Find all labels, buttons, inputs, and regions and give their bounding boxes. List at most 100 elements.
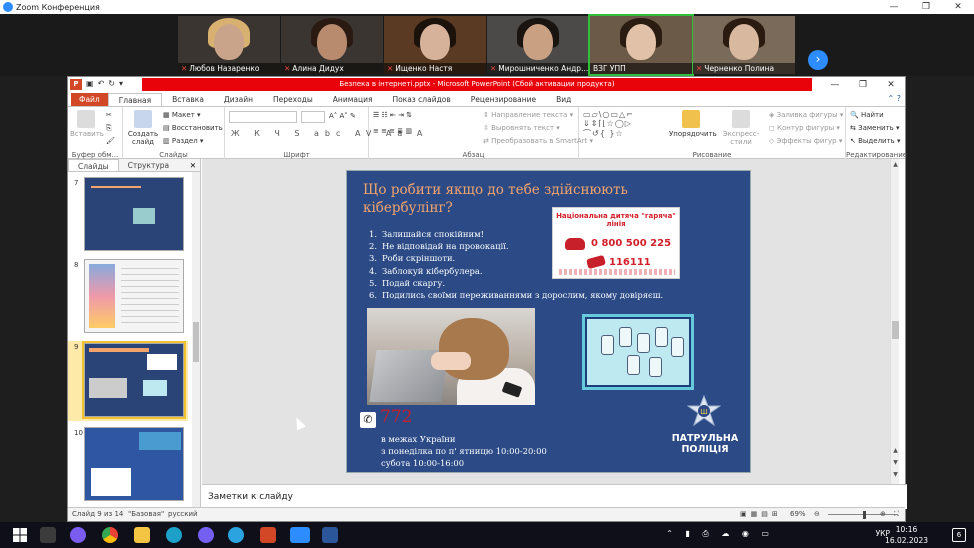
slide-thumbnail[interactable]: 8 xyxy=(68,259,188,335)
layout-button[interactable]: ▦ Макет ▾ xyxy=(163,111,201,119)
app-icon[interactable] xyxy=(40,527,56,543)
help-icon[interactable]: ? xyxy=(897,94,901,103)
tab-transitions[interactable]: Переходы xyxy=(263,93,323,106)
collapse-ribbon-icon[interactable]: ⌃ xyxy=(888,94,895,103)
customize-qat-icon[interactable]: ▾ xyxy=(119,79,123,90)
save-icon[interactable]: ▣ xyxy=(86,79,94,90)
hotline-landline-number: 0 800 500 225 xyxy=(591,238,672,249)
shapes-gallery[interactable]: ▭▱\○▭△⌐ ⇓⇕⌈⌊☆◯▷ ⌒↺{ }☆ xyxy=(583,110,634,139)
word-taskbar-icon[interactable] xyxy=(322,527,338,543)
windows-start-icon[interactable] xyxy=(12,527,28,543)
zoom-slider-thumb[interactable] xyxy=(863,511,866,519)
file-explorer-icon[interactable] xyxy=(134,527,150,543)
messenger-icon[interactable] xyxy=(70,527,86,543)
chrome-icon[interactable] xyxy=(102,527,118,543)
chevron-right-icon[interactable]: › xyxy=(808,50,828,70)
quick-styles-button[interactable]: Экспресс-стили xyxy=(715,110,767,146)
paste-button[interactable]: Вставить xyxy=(70,110,104,138)
new-slide-button[interactable]: Создать слайд xyxy=(127,110,159,146)
align-text-button[interactable]: ⇳ Выровнять текст ▾ xyxy=(483,124,560,132)
ppt-minimize-button[interactable]: — xyxy=(821,77,849,92)
slide-thumbnail[interactable]: 10 xyxy=(68,427,188,503)
viber-icon[interactable] xyxy=(198,527,214,543)
shape-effects-button[interactable]: ◇ Эффекты фигур ▾ xyxy=(769,137,842,145)
tab-slides[interactable]: Слайды xyxy=(68,159,119,171)
group-slides: Создать слайд ▦ Макет ▾ ▤ Восстановить ▥… xyxy=(123,107,225,160)
participant-tile[interactable]: ✕ Ищенко Настя xyxy=(384,16,486,74)
undo-icon[interactable]: ↶ xyxy=(98,79,105,90)
minimize-button[interactable]: — xyxy=(878,0,910,14)
hotline-card[interactable]: Національна дитяча "гаряча" лінія 0 800 … xyxy=(552,207,680,279)
replace-button[interactable]: ⇆ Заменить ▾ xyxy=(850,124,900,132)
tab-file[interactable]: Файл xyxy=(71,93,108,106)
select-button[interactable]: ↖ Выделить ▾ xyxy=(850,137,901,145)
cyberbullying-illustration[interactable] xyxy=(585,317,691,387)
muted-mic-icon: ✕ xyxy=(181,64,188,73)
participant-tile[interactable]: ✕ Мирошниченко Андр... xyxy=(487,16,589,74)
maximize-button[interactable]: ❐ xyxy=(910,0,942,14)
powerpoint-taskbar-icon[interactable] xyxy=(260,527,276,543)
language-indicator[interactable]: русский xyxy=(168,510,198,518)
ribbon-tabs: Файл Главная Вставка Дизайн Переходы Ани… xyxy=(68,92,905,106)
notifications-icon[interactable]: 6 xyxy=(952,528,966,542)
notes-placeholder: Заметки к слайду xyxy=(208,492,293,502)
participant-tile[interactable]: ✕ Черненко Полина xyxy=(693,16,795,74)
slide-thumbnail[interactable]: 7 xyxy=(68,177,188,253)
notes-pane[interactable]: Заметки к слайду xyxy=(202,484,907,509)
font-name-dropdown[interactable] xyxy=(229,111,297,123)
zoom-level[interactable]: 69% xyxy=(790,510,806,518)
shape-fill-button[interactable]: ◈ Заливка фигуры ▾ xyxy=(769,111,843,119)
zoom-taskbar-icon[interactable] xyxy=(290,527,310,543)
participant-name: Мирошниченко Андр... xyxy=(498,64,589,73)
slides-group-label: Слайды xyxy=(159,151,188,159)
font-grow-shrink-icons[interactable]: A˄ A˅ ✎ xyxy=(329,112,356,120)
zoom-in-icon[interactable]: ⊕ xyxy=(880,510,886,518)
convert-smartart-button[interactable]: ⇄ Преобразовать в SmartArt ▾ xyxy=(483,137,593,145)
font-size-dropdown[interactable] xyxy=(301,111,325,123)
system-tray-icons[interactable]: ⌃ ▮ ⎙ ☁ ◉ ▭ xyxy=(666,529,774,539)
stage-scrollbar[interactable]: ▲ ▲ ▼ ▼ xyxy=(890,159,899,484)
current-slide[interactable]: Що робити якщо до тебе здійснюють кіберб… xyxy=(346,170,751,473)
reset-button[interactable]: ▤ Восстановить xyxy=(163,124,223,132)
tab-insert[interactable]: Вставка xyxy=(162,93,214,106)
arm-shape xyxy=(431,352,471,370)
close-panel-icon[interactable]: ✕ xyxy=(186,159,200,171)
redo-icon[interactable]: ↻ xyxy=(108,79,115,90)
tab-review[interactable]: Рецензирование xyxy=(461,93,546,106)
text-direction-button[interactable]: ⇕ Направление текста ▾ xyxy=(483,111,573,119)
participant-tile[interactable]: ✕ Алина Дидух xyxy=(281,16,383,74)
align-buttons[interactable]: ≡ ≡ ≡ ≣ ▥ xyxy=(373,127,412,135)
tab-home[interactable]: Главная xyxy=(107,93,163,106)
participant-tile-active[interactable]: ВЗГ УПП xyxy=(588,14,694,76)
ppt-close-button[interactable]: ✕ xyxy=(877,77,905,92)
clock[interactable]: 10:16 16.02.2023 xyxy=(885,524,928,546)
arrange-button[interactable]: Упорядочить xyxy=(669,110,717,138)
fit-slide-icon[interactable]: ⛶ xyxy=(894,510,899,519)
view-buttons[interactable]: ▣▦▤⊞ xyxy=(740,510,782,518)
section-button[interactable]: ▥ Раздел ▾ xyxy=(163,137,203,145)
zoom-window-title: Zoom Конференция xyxy=(16,2,100,12)
thumbnail-number: 9 xyxy=(74,343,79,351)
tab-design[interactable]: Дизайн xyxy=(214,93,263,106)
edge-icon[interactable] xyxy=(166,527,182,543)
find-button[interactable]: 🔍 Найти xyxy=(850,111,884,119)
shape-outline-button[interactable]: ◻ Контур фигуры ▾ xyxy=(769,124,840,132)
copy-icon[interactable]: ⎘ xyxy=(106,124,112,133)
short-number: 772 xyxy=(380,407,413,427)
ppt-title-bar: P ▣ ↶ ↻ ▾ Безпека в інтернеті.pptx - Mic… xyxy=(68,77,905,92)
zoom-out-icon[interactable]: ⊖ xyxy=(814,510,820,518)
tab-outline[interactable]: Структура xyxy=(119,159,179,171)
panel-scrollbar[interactable] xyxy=(192,172,200,509)
cut-icon[interactable]: ✂ xyxy=(106,111,112,119)
close-button[interactable]: ✕ xyxy=(942,0,974,14)
telegram-icon[interactable] xyxy=(228,527,244,543)
list-buttons[interactable]: ☰ ☷ ⇤ ⇥ ⇅ xyxy=(373,111,412,119)
upset-girl-photo[interactable] xyxy=(367,308,535,405)
format-painter-icon[interactable]: 🖌 xyxy=(106,137,115,145)
ppt-restore-button[interactable]: ❐ xyxy=(849,77,877,92)
tab-view[interactable]: Вид xyxy=(546,93,581,106)
tab-slideshow[interactable]: Показ слайдов xyxy=(382,93,460,106)
slide-thumbnail-selected[interactable]: 9 xyxy=(68,341,188,421)
participant-tile[interactable]: ✕ Любов Назаренко xyxy=(178,16,280,74)
tab-animations[interactable]: Анимация xyxy=(323,93,383,106)
